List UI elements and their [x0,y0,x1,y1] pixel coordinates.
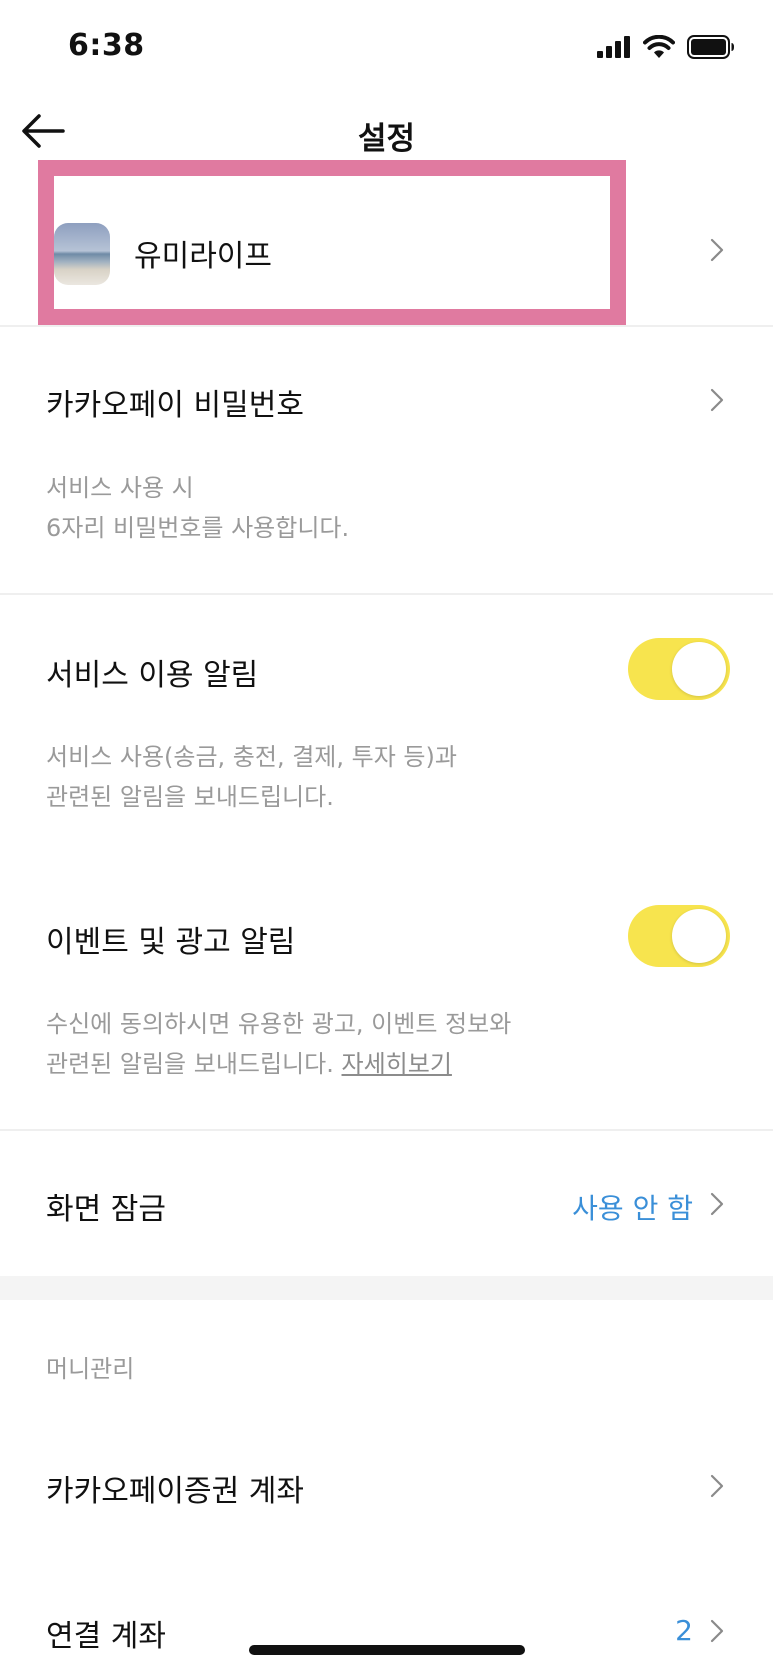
highlight-box [38,160,626,325]
status-time: 6:38 [68,28,145,63]
toggle-knob [672,642,726,696]
status-bar: 6:38 [0,0,773,95]
securities-account-title: 카카오페이증권 계좌 [46,1474,304,1509]
page-title: 설정 [357,121,416,157]
screen-lock-title: 화면 잠금 [46,1192,166,1227]
password-title: 카카오페이 비밀번호 [46,388,304,423]
password-desc-line2: 6자리 비밀번호를 사용합니다. [46,514,350,542]
password-description: 서비스 사용 시 6자리 비밀번호를 사용합니다. [46,468,349,548]
event-alert-title: 이벤트 및 광고 알림 [46,925,296,960]
money-section-label: 머니관리 [46,1355,135,1383]
chevron-right-icon [707,1472,727,1500]
status-icons [597,34,735,64]
divider [0,593,773,595]
linked-account-count: 2 [675,1614,693,1647]
divider [0,325,773,327]
chevron-right-icon [707,386,727,414]
signal-icon [597,36,631,62]
service-alert-desc-line2: 관련된 알림을 보내드립니다. [46,783,334,811]
service-alert-title: 서비스 이용 알림 [46,658,259,693]
chevron-right-icon [707,236,727,264]
divider [0,1129,773,1131]
event-alert-toggle[interactable] [628,905,730,967]
event-alert-desc-line1: 수신에 동의하시면 유용한 광고, 이벤트 정보와 [46,1010,512,1038]
service-alert-toggle[interactable] [628,638,730,700]
home-indicator [249,1645,525,1655]
screen-lock-value: 사용 안 함 [572,1192,693,1225]
battery-icon [687,35,735,63]
chevron-right-icon [707,1617,727,1645]
event-alert-desc-line2: 관련된 알림을 보내드립니다. [46,1050,334,1078]
wifi-icon [643,34,675,63]
password-desc-line1: 서비스 사용 시 [46,474,194,502]
event-alert-description: 수신에 동의하시면 유용한 광고, 이벤트 정보와 관련된 알림을 보내드립니다… [46,1004,511,1084]
service-alert-description: 서비스 사용(송금, 충전, 결제, 투자 등)과 관련된 알림을 보내드립니다… [46,737,457,817]
chevron-right-icon [707,1190,727,1218]
event-alert-desc-line2-wrap: 관련된 알림을 보내드립니다. 자세히보기 [46,1044,511,1084]
section-separator [0,1276,773,1300]
toggle-knob [672,909,726,963]
service-alert-desc-line1: 서비스 사용(송금, 충전, 결제, 투자 등)과 [46,743,457,771]
detail-link[interactable]: 자세히보기 [342,1050,452,1078]
linked-account-title: 연결 계좌 [46,1619,166,1654]
